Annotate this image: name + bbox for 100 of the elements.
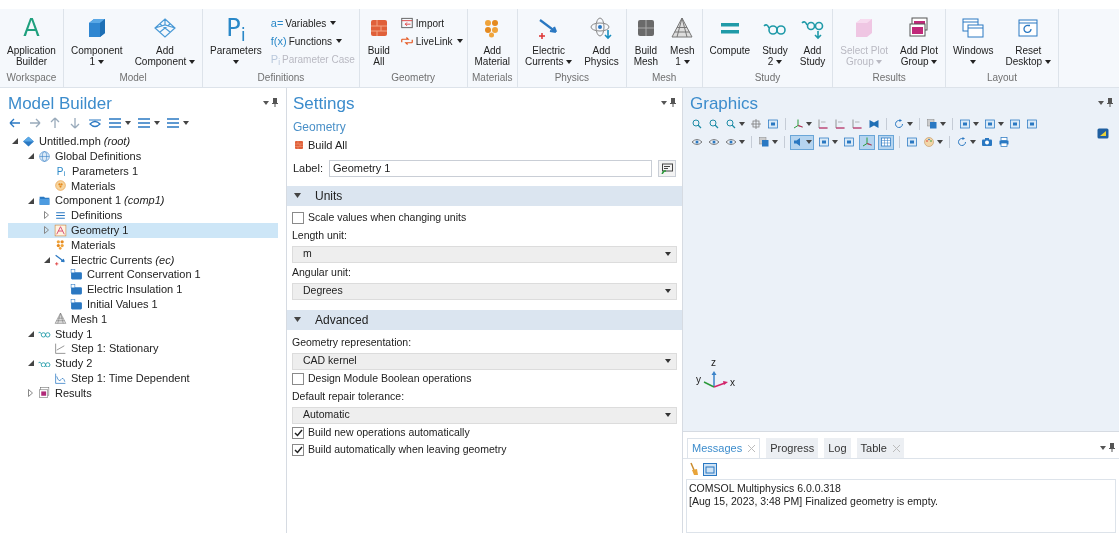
frame-icon[interactable] [959, 118, 971, 130]
ribbon-button[interactable]: Add Material [471, 15, 514, 67]
axes-icon[interactable] [861, 136, 873, 148]
forward-arrow-icon[interactable] [28, 117, 42, 129]
tree-item[interactable]: Global Definitions [8, 148, 278, 164]
pin-icon[interactable] [1109, 443, 1115, 452]
panel-tab[interactable]: Table [856, 438, 904, 458]
pin-icon[interactable] [1107, 98, 1113, 107]
magnifier-icon[interactable] [725, 118, 737, 130]
tree-item[interactable]: Step 1: Time Dependent [8, 370, 278, 386]
ribbon-button[interactable]: Reset Desktop [1002, 15, 1054, 67]
ribbon-button[interactable]: Mesh 1 [667, 15, 698, 67]
table-icon[interactable] [880, 136, 892, 148]
panel-tab[interactable]: Messages [687, 438, 761, 458]
checkbox[interactable] [292, 444, 304, 456]
plane-icon[interactable] [834, 118, 846, 130]
dropdown-field[interactable]: Automatic [292, 406, 677, 424]
collapsed-icon[interactable] [44, 211, 49, 220]
tree-item[interactable]: Materials [8, 178, 278, 194]
list-icon[interactable] [108, 117, 122, 129]
tree-item[interactable]: Results [8, 385, 278, 401]
frame-icon[interactable] [1026, 118, 1038, 130]
tree-item[interactable]: Study 1 [8, 326, 278, 342]
bowtie-icon[interactable] [868, 118, 880, 130]
build-all-button[interactable]: Build All [293, 137, 348, 154]
expanded-icon[interactable] [28, 360, 34, 367]
plane-icon[interactable] [817, 118, 829, 130]
back-arrow-icon[interactable] [8, 117, 22, 129]
tree-item[interactable]: Electric Currents (ec) [8, 252, 278, 268]
speech-bubble-icon[interactable] [661, 162, 673, 174]
pin-icon[interactable] [670, 98, 676, 107]
collapsed-icon[interactable] [44, 226, 49, 235]
frame-icon[interactable] [843, 136, 855, 148]
down-arrow-icon[interactable] [68, 117, 82, 129]
tree-item[interactable]: Electric Insulation 1 [8, 281, 278, 297]
scene-icon[interactable] [1097, 128, 1109, 139]
frame-icon[interactable] [818, 136, 830, 148]
ribbon-menu-button[interactable]: LiveLink [399, 33, 463, 49]
ribbon-menu-button[interactable]: a= Variables [270, 15, 355, 31]
tree-item[interactable]: Component 1 (comp1) [8, 193, 278, 208]
label-field[interactable]: Geometry 1 [329, 159, 652, 177]
tree-item[interactable]: Step 1: Stationary [8, 341, 278, 356]
tree-item[interactable]: Geometry 1 [8, 222, 278, 238]
list-icon[interactable] [137, 117, 151, 129]
tree-item[interactable]: P$_{i}$ Parameters 1 [8, 163, 278, 179]
panel-tab[interactable]: Progress [766, 438, 819, 458]
window-icon[interactable] [703, 462, 717, 476]
ribbon-button[interactable]: A Application Builder [4, 15, 59, 67]
expanded-icon[interactable] [28, 330, 34, 337]
eye-icon[interactable] [725, 136, 737, 148]
tree-item[interactable]: Initial Values 1 [8, 296, 278, 312]
ribbon-menu-button[interactable]: Import [399, 15, 463, 31]
frame-icon[interactable] [1009, 118, 1021, 130]
rotate-icon[interactable] [956, 136, 968, 148]
rotate-icon[interactable] [893, 118, 905, 130]
ribbon-button[interactable]: Add Component [131, 15, 199, 67]
frame-icon[interactable] [906, 136, 918, 148]
tree-item[interactable]: Definitions [8, 208, 278, 223]
dropdown-field[interactable]: Degrees [292, 282, 677, 300]
ribbon-button[interactable]: Windows [949, 15, 997, 67]
up-arrow-icon[interactable] [48, 117, 62, 129]
frame-icon[interactable] [984, 118, 996, 130]
eye-icon[interactable] [88, 117, 102, 129]
ribbon-button[interactable]: Study 2 [759, 15, 791, 67]
ribbon-button[interactable]: Compute [706, 15, 754, 56]
tree-item[interactable]: Current Conservation 1 [8, 267, 278, 282]
section-header[interactable]: Advanced [287, 309, 682, 330]
checkbox[interactable] [292, 212, 304, 224]
ribbon-button[interactable]: Electric Currents [522, 15, 576, 67]
tree-item[interactable]: Study 2 [8, 355, 278, 371]
layers-icon[interactable] [758, 136, 770, 148]
ribbon-button[interactable]: Add Physics [581, 15, 622, 67]
expanded-icon[interactable] [28, 153, 34, 160]
tree-item[interactable]: Untitled.mph (root) [8, 134, 278, 149]
ribbon-button[interactable]: Add Study [796, 15, 829, 67]
checkbox[interactable] [292, 373, 304, 385]
ribbon-button[interactable]: Build Mesh [630, 15, 662, 67]
section-header[interactable]: Units [287, 185, 682, 206]
dropdown-field[interactable]: CAD kernel [292, 352, 677, 370]
layers-icon[interactable] [926, 118, 938, 130]
expanded-icon[interactable] [44, 256, 50, 263]
pin-icon[interactable] [272, 98, 278, 107]
dropdown-field[interactable]: m [292, 245, 677, 263]
tree-item[interactable]: Materials [8, 237, 278, 253]
plane-icon[interactable] [851, 118, 863, 130]
ribbon-button[interactable]: Build All [363, 15, 394, 67]
magnifier-icon[interactable] [691, 118, 703, 130]
frame-icon[interactable] [767, 118, 779, 130]
magnifier-icon[interactable] [708, 118, 720, 130]
ribbon-menu-button[interactable]: f(x) Functions [270, 33, 355, 49]
camera-icon[interactable] [981, 136, 993, 148]
axes-icon[interactable] [792, 118, 804, 130]
ribbon-button[interactable]: Add Plot Group [897, 15, 941, 67]
expanded-icon[interactable] [28, 197, 34, 204]
tree-item[interactable]: Mesh 1 [8, 311, 278, 327]
printer-icon[interactable] [998, 136, 1010, 148]
collapsed-icon[interactable] [28, 388, 33, 397]
palette-icon[interactable] [923, 136, 935, 148]
expanded-icon[interactable] [12, 138, 18, 145]
list-icon[interactable] [166, 117, 180, 129]
